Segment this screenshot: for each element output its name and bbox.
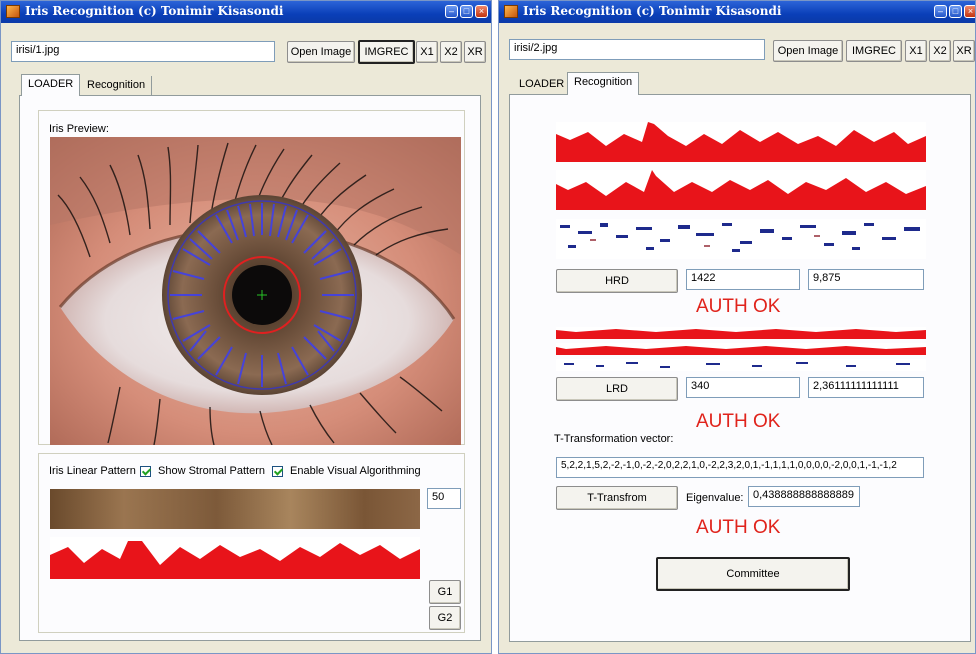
tab-recognition[interactable]: Recognition	[567, 72, 640, 95]
loader-tab-panel: Iris Preview: Iris Linear Pattern Show S…	[19, 95, 481, 641]
recognition-tab-panel: HRD 1422 9,875 AUTH OK LRD 340 2,3611111…	[509, 94, 971, 642]
eigenvalue-label: Eigenvalue:	[686, 492, 744, 504]
enable-visual-checkbox[interactable]	[272, 466, 283, 477]
app-icon	[504, 5, 518, 18]
image-path-input[interactable]: irisi/2.jpg	[509, 39, 765, 60]
left-title-bar[interactable]: Iris Recognition (c) Tonimir Kisasondi –…	[1, 1, 491, 23]
app-icon	[6, 5, 20, 18]
maximize-icon[interactable]: □	[460, 5, 473, 18]
image-path-input[interactable]: irisi/1.jpg	[11, 41, 275, 62]
tab-loader[interactable]: LOADER	[21, 74, 81, 96]
minimize-icon[interactable]: –	[934, 5, 947, 18]
imgrec-button[interactable]: IMGREC	[358, 40, 415, 64]
left-window: Iris Recognition (c) Tonimir Kisasondi –…	[0, 0, 492, 654]
x1-button[interactable]: X1	[905, 40, 927, 62]
hrd-value-1[interactable]: 1422	[686, 269, 800, 290]
eigenvalue-input[interactable]: 0,438888888888889	[748, 486, 860, 507]
close-icon[interactable]: ×	[475, 5, 488, 18]
xr-button[interactable]: XR	[953, 40, 975, 62]
imgrec-button[interactable]: IMGREC	[846, 40, 902, 62]
iris-eye-image	[50, 137, 461, 445]
lrd-pattern-1	[556, 327, 926, 339]
linear-pattern-strip	[50, 489, 420, 529]
hrd-auth-result: AUTH OK	[696, 296, 781, 317]
hrd-xor-pattern	[556, 219, 926, 259]
open-image-button[interactable]: Open Image	[287, 41, 355, 63]
threshold-input[interactable]: 50	[427, 488, 461, 509]
window-title: Iris Recognition (c) Tonimir Kisasondi	[523, 4, 782, 18]
close-icon[interactable]: ×	[964, 5, 975, 18]
stromal-mask-strip	[50, 537, 420, 579]
t-auth-result: AUTH OK	[696, 517, 781, 538]
right-window: Iris Recognition (c) Tonimir Kisasondi –…	[498, 0, 976, 654]
lrd-auth-result: AUTH OK	[696, 411, 781, 432]
show-stromal-checkbox[interactable]	[140, 466, 151, 477]
hrd-button[interactable]: HRD	[556, 269, 678, 293]
right-title-bar[interactable]: Iris Recognition (c) Tonimir Kisasondi –…	[499, 1, 975, 23]
lrd-pattern-2	[556, 343, 926, 355]
hrd-value-2[interactable]: 9,875	[808, 269, 924, 290]
enable-visual-label: Enable Visual Algorithming	[290, 465, 421, 477]
xr-button[interactable]: XR	[464, 41, 486, 63]
hrd-pattern-2	[556, 170, 926, 210]
g1-button[interactable]: G1	[429, 580, 461, 604]
linear-pattern-label: Iris Linear Pattern	[49, 465, 136, 477]
show-stromal-label: Show Stromal Pattern	[158, 465, 265, 477]
window-title: Iris Recognition (c) Tonimir Kisasondi	[25, 4, 284, 18]
lrd-button[interactable]: LRD	[556, 377, 678, 401]
open-image-button[interactable]: Open Image	[773, 40, 843, 62]
committee-button[interactable]: Committee	[656, 557, 850, 591]
t-vector-label: T-Transformation vector:	[554, 433, 674, 445]
maximize-icon[interactable]: □	[949, 5, 962, 18]
iris-preview-label: Iris Preview:	[49, 123, 109, 135]
t-transform-button[interactable]: T-Transfrom	[556, 486, 678, 510]
x1-button[interactable]: X1	[416, 41, 438, 63]
x2-button[interactable]: X2	[929, 40, 951, 62]
x2-button[interactable]: X2	[440, 41, 462, 63]
hrd-pattern-1	[556, 122, 926, 162]
g2-button[interactable]: G2	[429, 606, 461, 630]
tab-recognition[interactable]: Recognition	[81, 76, 153, 96]
tab-loader[interactable]: LOADER	[513, 75, 570, 95]
t-vector-input[interactable]: 5,2,2,1,5,2,-2,-1,0,-2,-2,0,2,2,1,0,-2,2…	[556, 457, 924, 478]
lrd-value-1[interactable]: 340	[686, 377, 800, 398]
lrd-value-2[interactable]: 2,36111111111111	[808, 377, 924, 398]
minimize-icon[interactable]: –	[445, 5, 458, 18]
lrd-xor-pattern	[556, 359, 926, 371]
